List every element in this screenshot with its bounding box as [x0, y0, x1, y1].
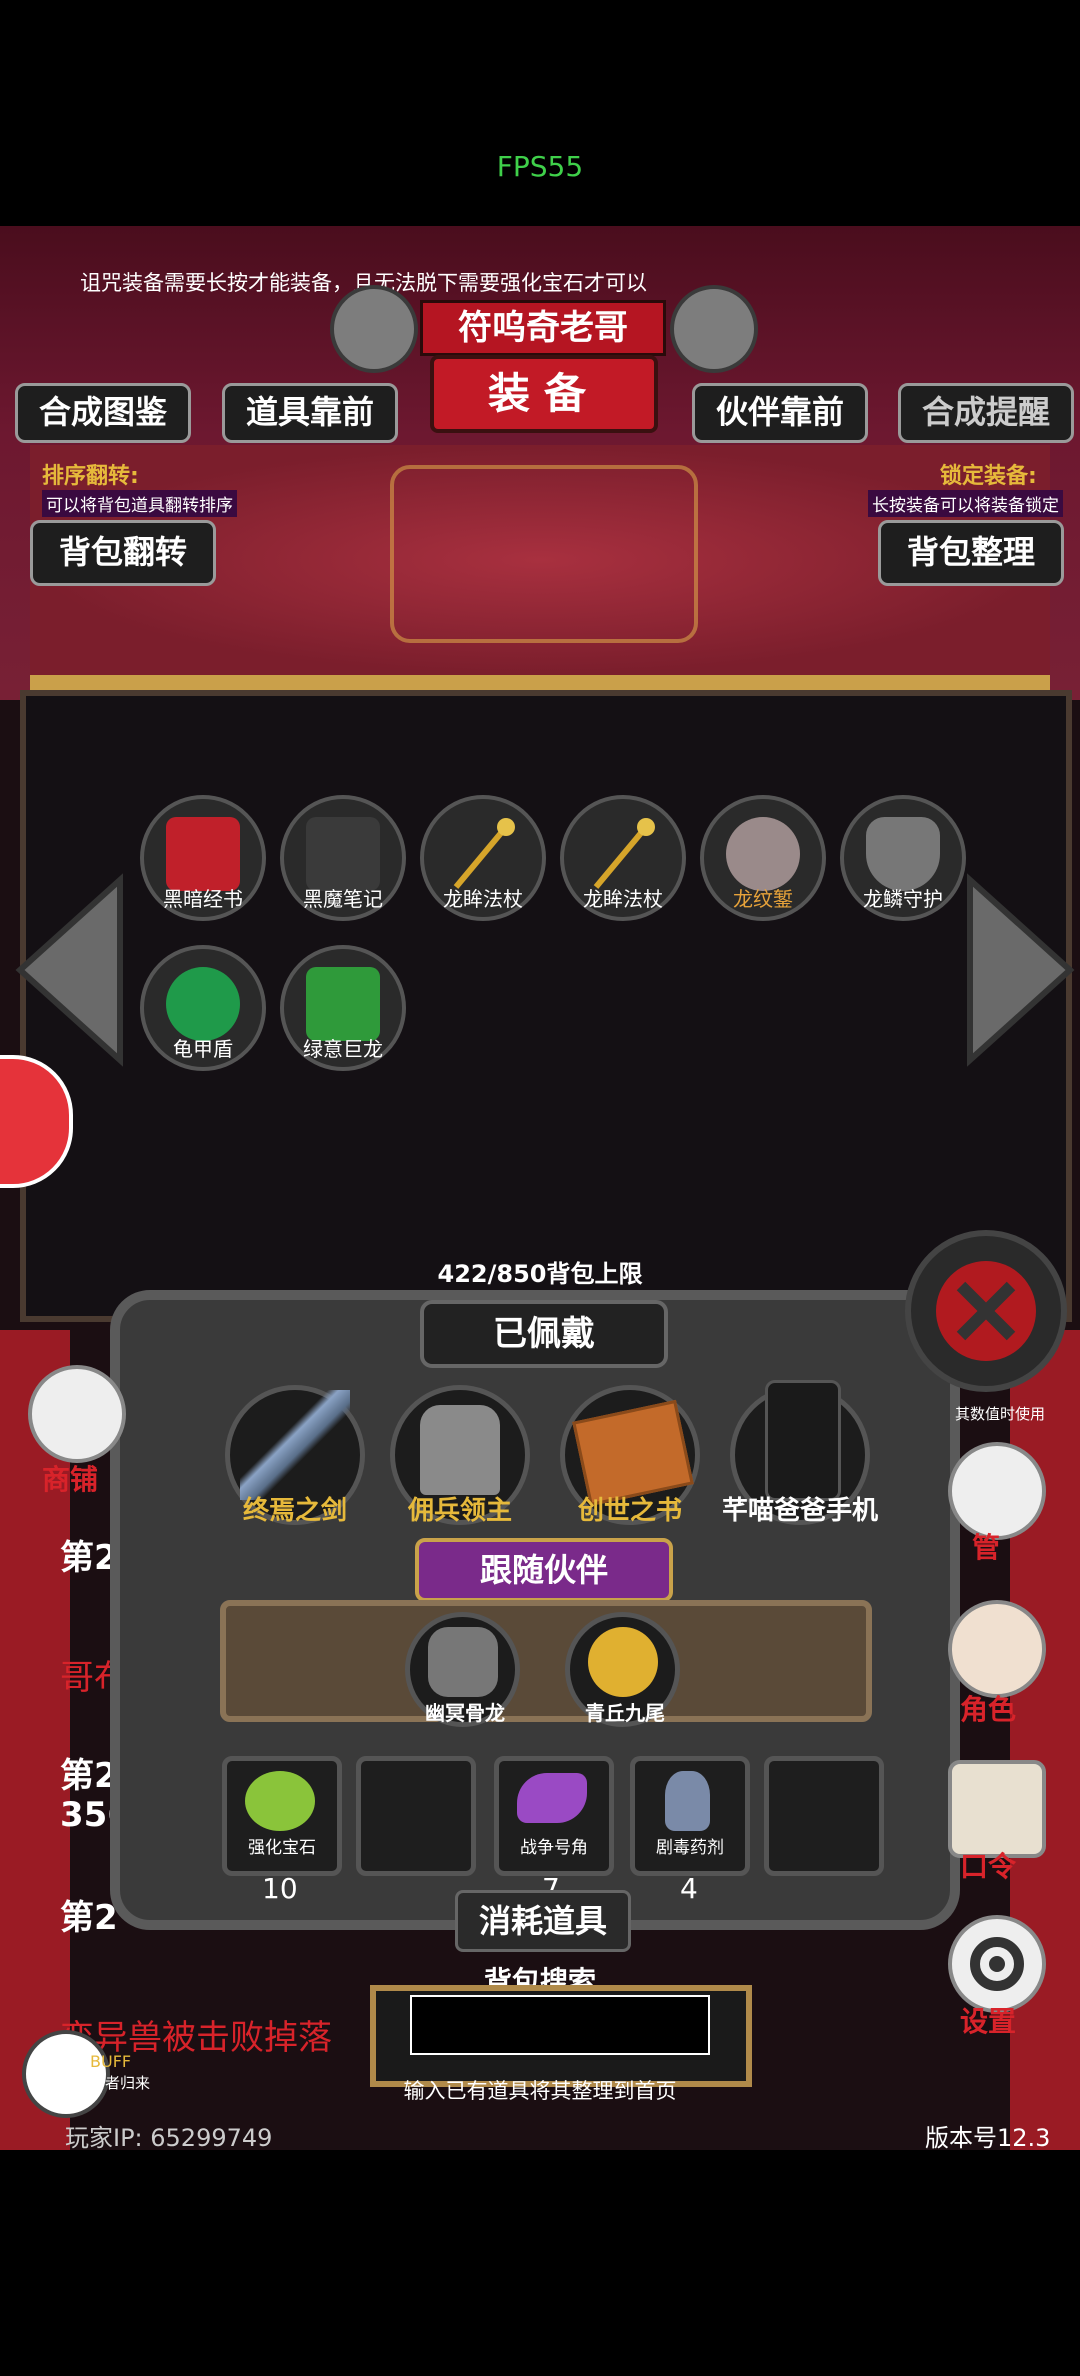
consumable-slot-empty[interactable] [356, 1756, 476, 1876]
consumable-label: 战争号角 [520, 1838, 588, 1858]
player-name-banner: 符呜奇老哥 [420, 300, 666, 356]
bag-flip-button[interactable]: 背包翻转 [30, 520, 216, 586]
consumable-slot[interactable]: 战争号角 [494, 1756, 614, 1876]
gem-icon [245, 1771, 315, 1831]
bag-organize-button[interactable]: 背包整理 [878, 520, 1064, 586]
inventory-item-label: 龙眸法杖 [443, 887, 523, 911]
inventory-item-label: 黑魔笔记 [303, 887, 383, 911]
equipment-title-banner: 装备 [430, 355, 658, 433]
sword-icon [240, 1390, 350, 1500]
inventory-slot[interactable]: 龟甲盾 [140, 945, 266, 1071]
dragon-helm-icon [866, 817, 940, 891]
nine-tail-fox-icon [588, 1627, 658, 1697]
poison-potion-icon [665, 1771, 710, 1831]
inventory-item-label: 龟甲盾 [173, 1037, 233, 1061]
equipped-slot[interactable]: 芊喵爸爸手机 [722, 1380, 878, 1526]
version-label: 版本号12.3 [925, 2124, 1051, 2152]
code-book-icon[interactable] [948, 1760, 1046, 1858]
equipped-title: 已佩戴 [420, 1300, 668, 1368]
bag-search-input[interactable] [410, 1995, 710, 2055]
tab-items-first[interactable]: 道具靠前 [222, 383, 398, 443]
inventory-slot[interactable]: 龙眸法杖 [420, 795, 546, 921]
crossed-swords-emblem-icon [390, 465, 698, 643]
inventory-slot[interactable]: 龙眸法杖 [560, 795, 686, 921]
skull-icon [670, 285, 758, 373]
consumable-label: 剧毒药剂 [656, 1838, 724, 1858]
close-icon [936, 1261, 1036, 1361]
inventory-slot[interactable]: 龙纹錾 [700, 795, 826, 921]
golden-staff-icon [586, 817, 660, 891]
sidebar-label-character[interactable]: 角色 [960, 1688, 1016, 1728]
consumable-count: 10 [262, 1872, 298, 1905]
value-note: 其数值时使用 [955, 1405, 1046, 1423]
war-horn-icon [517, 1773, 587, 1823]
inventory-slot[interactable]: 黑暗经书 [140, 795, 266, 921]
shop-label[interactable]: 商铺 [42, 1458, 98, 1498]
companion-title: 跟随伙伴 [415, 1538, 673, 1602]
green-dragon-icon [306, 967, 380, 1041]
companion-slot[interactable]: 青丘九尾 [565, 1612, 680, 1727]
companion-item-label: 青丘九尾 [585, 1701, 665, 1725]
companion-slot[interactable]: 幽冥骨龙 [405, 1612, 520, 1727]
tab-companions-first[interactable]: 伙伴靠前 [692, 383, 868, 443]
consumable-slot[interactable]: 剧毒药剂 [630, 1756, 750, 1876]
turtle-shield-icon [166, 967, 240, 1041]
tab-synthesis-reminder[interactable]: 合成提醒 [898, 383, 1074, 443]
bag-capacity: 422/850背包上限 [437, 1260, 643, 1288]
dark-notebook-icon [306, 817, 380, 891]
lock-equip-label: 锁定装备: [940, 464, 1037, 489]
inventory-item-label: 绿意巨龙 [303, 1037, 383, 1061]
consumables-title: 消耗道具 [455, 1890, 631, 1952]
consumable-label: 强化宝石 [248, 1838, 316, 1858]
consumable-count: 4 [680, 1872, 698, 1905]
golden-staff-icon [446, 817, 520, 891]
armored-knight-icon [420, 1405, 500, 1495]
inventory-item-label: 龙纹錾 [733, 887, 793, 911]
lock-equip-desc: 长按装备可以将装备锁定 [868, 490, 1063, 517]
tab-synthesis-codex[interactable]: 合成图鉴 [15, 383, 191, 443]
bone-dragon-icon [428, 1627, 498, 1697]
sidebar-label-code[interactable]: 口令 [960, 1845, 1016, 1885]
inventory-slot[interactable]: 绿意巨龙 [280, 945, 406, 1071]
phone-icon [765, 1380, 841, 1501]
sort-flip-desc: 可以将背包道具翻转排序 [42, 490, 237, 517]
buff-label: BUFF [90, 2052, 132, 2071]
character-icon[interactable] [948, 1600, 1046, 1698]
bg-text: 第2 [60, 1898, 118, 1938]
player-ip: 玩家IP: 65299749 [65, 2124, 273, 2152]
inventory-slot[interactable]: 龙鳞守护 [840, 795, 966, 921]
fps-counter: FPS55 [496, 150, 584, 183]
equipped-slot[interactable]: 佣兵领主 [390, 1385, 530, 1526]
inventory-item-label: 龙眸法杖 [583, 887, 663, 911]
skull-icon [330, 285, 418, 373]
page-left-arrow-icon[interactable] [10, 870, 130, 1070]
sidebar-label-settings[interactable]: 设置 [960, 2000, 1016, 2040]
bag-search-hint: 输入已有道具将其整理到首页 [403, 2079, 677, 2103]
shop-icon[interactable] [28, 1365, 126, 1463]
close-button[interactable] [905, 1230, 1067, 1392]
red-book-icon [166, 817, 240, 891]
buff-name: 亡者归来 [90, 2074, 151, 2092]
dragon-chisel-icon [726, 817, 800, 891]
inventory-item-label: 黑暗经书 [163, 887, 243, 911]
sidebar-label-manage[interactable]: 管 [972, 1526, 1000, 1566]
equipped-item-label: 芊喵爸爸手机 [721, 1496, 878, 1526]
sort-flip-label: 排序翻转: [42, 464, 139, 489]
inventory-item-label: 龙鳞守护 [863, 887, 943, 911]
inventory-slot[interactable]: 黑魔笔记 [280, 795, 406, 921]
consumable-slot-empty[interactable] [764, 1756, 884, 1876]
equipped-slot[interactable]: 终焉之剑 [225, 1385, 365, 1526]
gear-icon[interactable] [948, 1915, 1046, 2013]
consumable-slot[interactable]: 强化宝石 [222, 1756, 342, 1876]
